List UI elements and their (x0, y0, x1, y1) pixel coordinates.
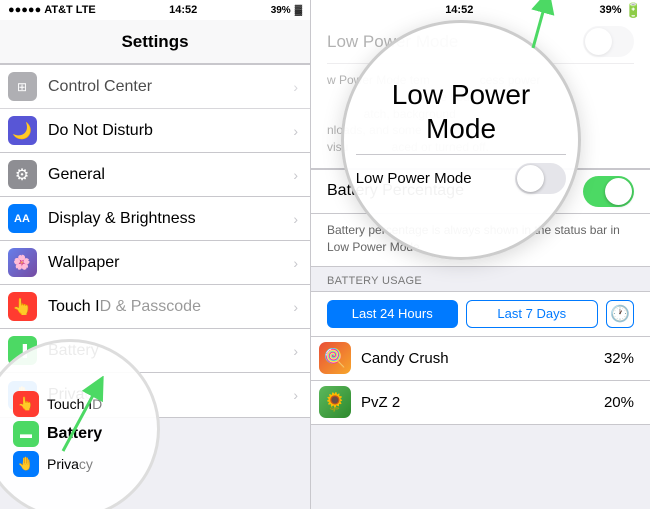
settings-item-control-center[interactable]: ⊞ Control Center › (0, 65, 310, 109)
chevron-icon-battery: › (293, 343, 298, 359)
status-battery-left: 39% ▓ (271, 5, 302, 16)
left-status-bar: ●●●●● AT&T LTE 14:52 39% ▓ (0, 0, 310, 20)
circle-lpm-toggle-row: Low Power Mode (356, 154, 567, 202)
chevron-icon-display: › (293, 211, 298, 227)
circle-top-right: Low Power Mode Low Power Mode (341, 20, 581, 260)
item-label-dnd: Do Not Disturb (44, 122, 289, 140)
item-icon-touchid: 👆 (0, 285, 44, 329)
app-row-candy-crush[interactable]: 🍭 Candy Crush 32% (311, 337, 650, 381)
chevron-icon-general: › (293, 167, 298, 183)
item-label-display: Display & Brightness (44, 210, 289, 228)
status-carrier: ●●●●● AT&T LTE (8, 4, 96, 16)
circle-lpm-toggle-thumb (517, 165, 544, 192)
item-label-general: General (44, 166, 289, 184)
battery-usage-header: BATTERY USAGE (311, 267, 650, 291)
tab-7days[interactable]: Last 7 Days (466, 300, 599, 328)
app-icon-candy-crush: 🍭 (319, 342, 351, 374)
left-panel: ●●●●● AT&T LTE 14:52 39% ▓ Settings ⊞ Co… (0, 0, 310, 509)
item-label-control-center: Control Center (44, 78, 289, 96)
nav-bar: Settings (0, 20, 310, 64)
lpm-toggle-thumb (585, 28, 612, 55)
chevron-icon-wallpaper: › (293, 255, 298, 271)
item-icon-dnd: 🌙 (0, 109, 44, 153)
bp-toggle-thumb (605, 178, 632, 205)
circle-privacy-label: Privacy (47, 456, 93, 472)
settings-item-wallpaper[interactable]: 🌸 Wallpaper › (0, 241, 310, 285)
item-icon-general: ⚙ (0, 153, 44, 197)
usage-tabs-row: Last 24 Hours Last 7 Days 🕐 (311, 291, 650, 337)
right-status-bar: 14:52 39% 🔋 (311, 0, 650, 20)
chevron-icon-dnd: › (293, 123, 298, 139)
right-panel: 14:52 39% 🔋 Low Power Mode w Power Mode … (310, 0, 650, 509)
item-label-touchid: Touch ID & Passcode (44, 298, 289, 316)
circle-bottom-left: 👆 Touch ID ▬ Battery 🤚 Privacy (0, 339, 160, 509)
bp-toggle[interactable] (583, 176, 634, 207)
settings-item-display[interactable]: AA Display & Brightness › (0, 197, 310, 241)
app-name-pvz2: PvZ 2 (361, 394, 604, 411)
settings-item-do-not-disturb[interactable]: 🌙 Do Not Disturb › (0, 109, 310, 153)
chevron-icon-privacy: › (293, 387, 298, 403)
circle-lpm-toggle[interactable] (515, 163, 566, 194)
item-icon-wallpaper: 🌸 (0, 241, 44, 285)
right-status-time: 14:52 (445, 4, 473, 16)
item-icon-control-center: ⊞ (0, 65, 44, 109)
tab-24hours[interactable]: Last 24 Hours (327, 300, 458, 328)
nav-title: Settings (121, 32, 188, 52)
circle-lpm-title: Low Power Mode (360, 78, 562, 145)
circle-arrow-up (508, 0, 558, 53)
item-label-wallpaper: Wallpaper (44, 254, 289, 272)
settings-item-general[interactable]: ⚙ General › (0, 153, 310, 197)
lpm-toggle[interactable] (583, 26, 634, 57)
chevron-icon-touchid: › (293, 299, 298, 315)
app-icon-pvz2: 🌻 (319, 386, 351, 418)
status-time-left: 14:52 (169, 4, 197, 16)
circle-lpm-toggle-label: Low Power Mode (356, 170, 516, 187)
tab-clock-icon[interactable]: 🕐 (606, 300, 634, 328)
app-percent-pvz2: 20% (604, 394, 634, 411)
app-row-pvz2[interactable]: 🌻 PvZ 2 20% (311, 381, 650, 425)
app-name-candy-crush: Candy Crush (361, 350, 604, 367)
signal-dots: ●●●●● (8, 4, 41, 16)
chevron-icon: › (293, 79, 298, 95)
app-percent-candy-crush: 32% (604, 350, 634, 367)
item-icon-display: AA (0, 197, 44, 241)
settings-item-touchid[interactable]: 👆 Touch ID & Passcode › (0, 285, 310, 329)
arrow-battery (53, 376, 113, 456)
